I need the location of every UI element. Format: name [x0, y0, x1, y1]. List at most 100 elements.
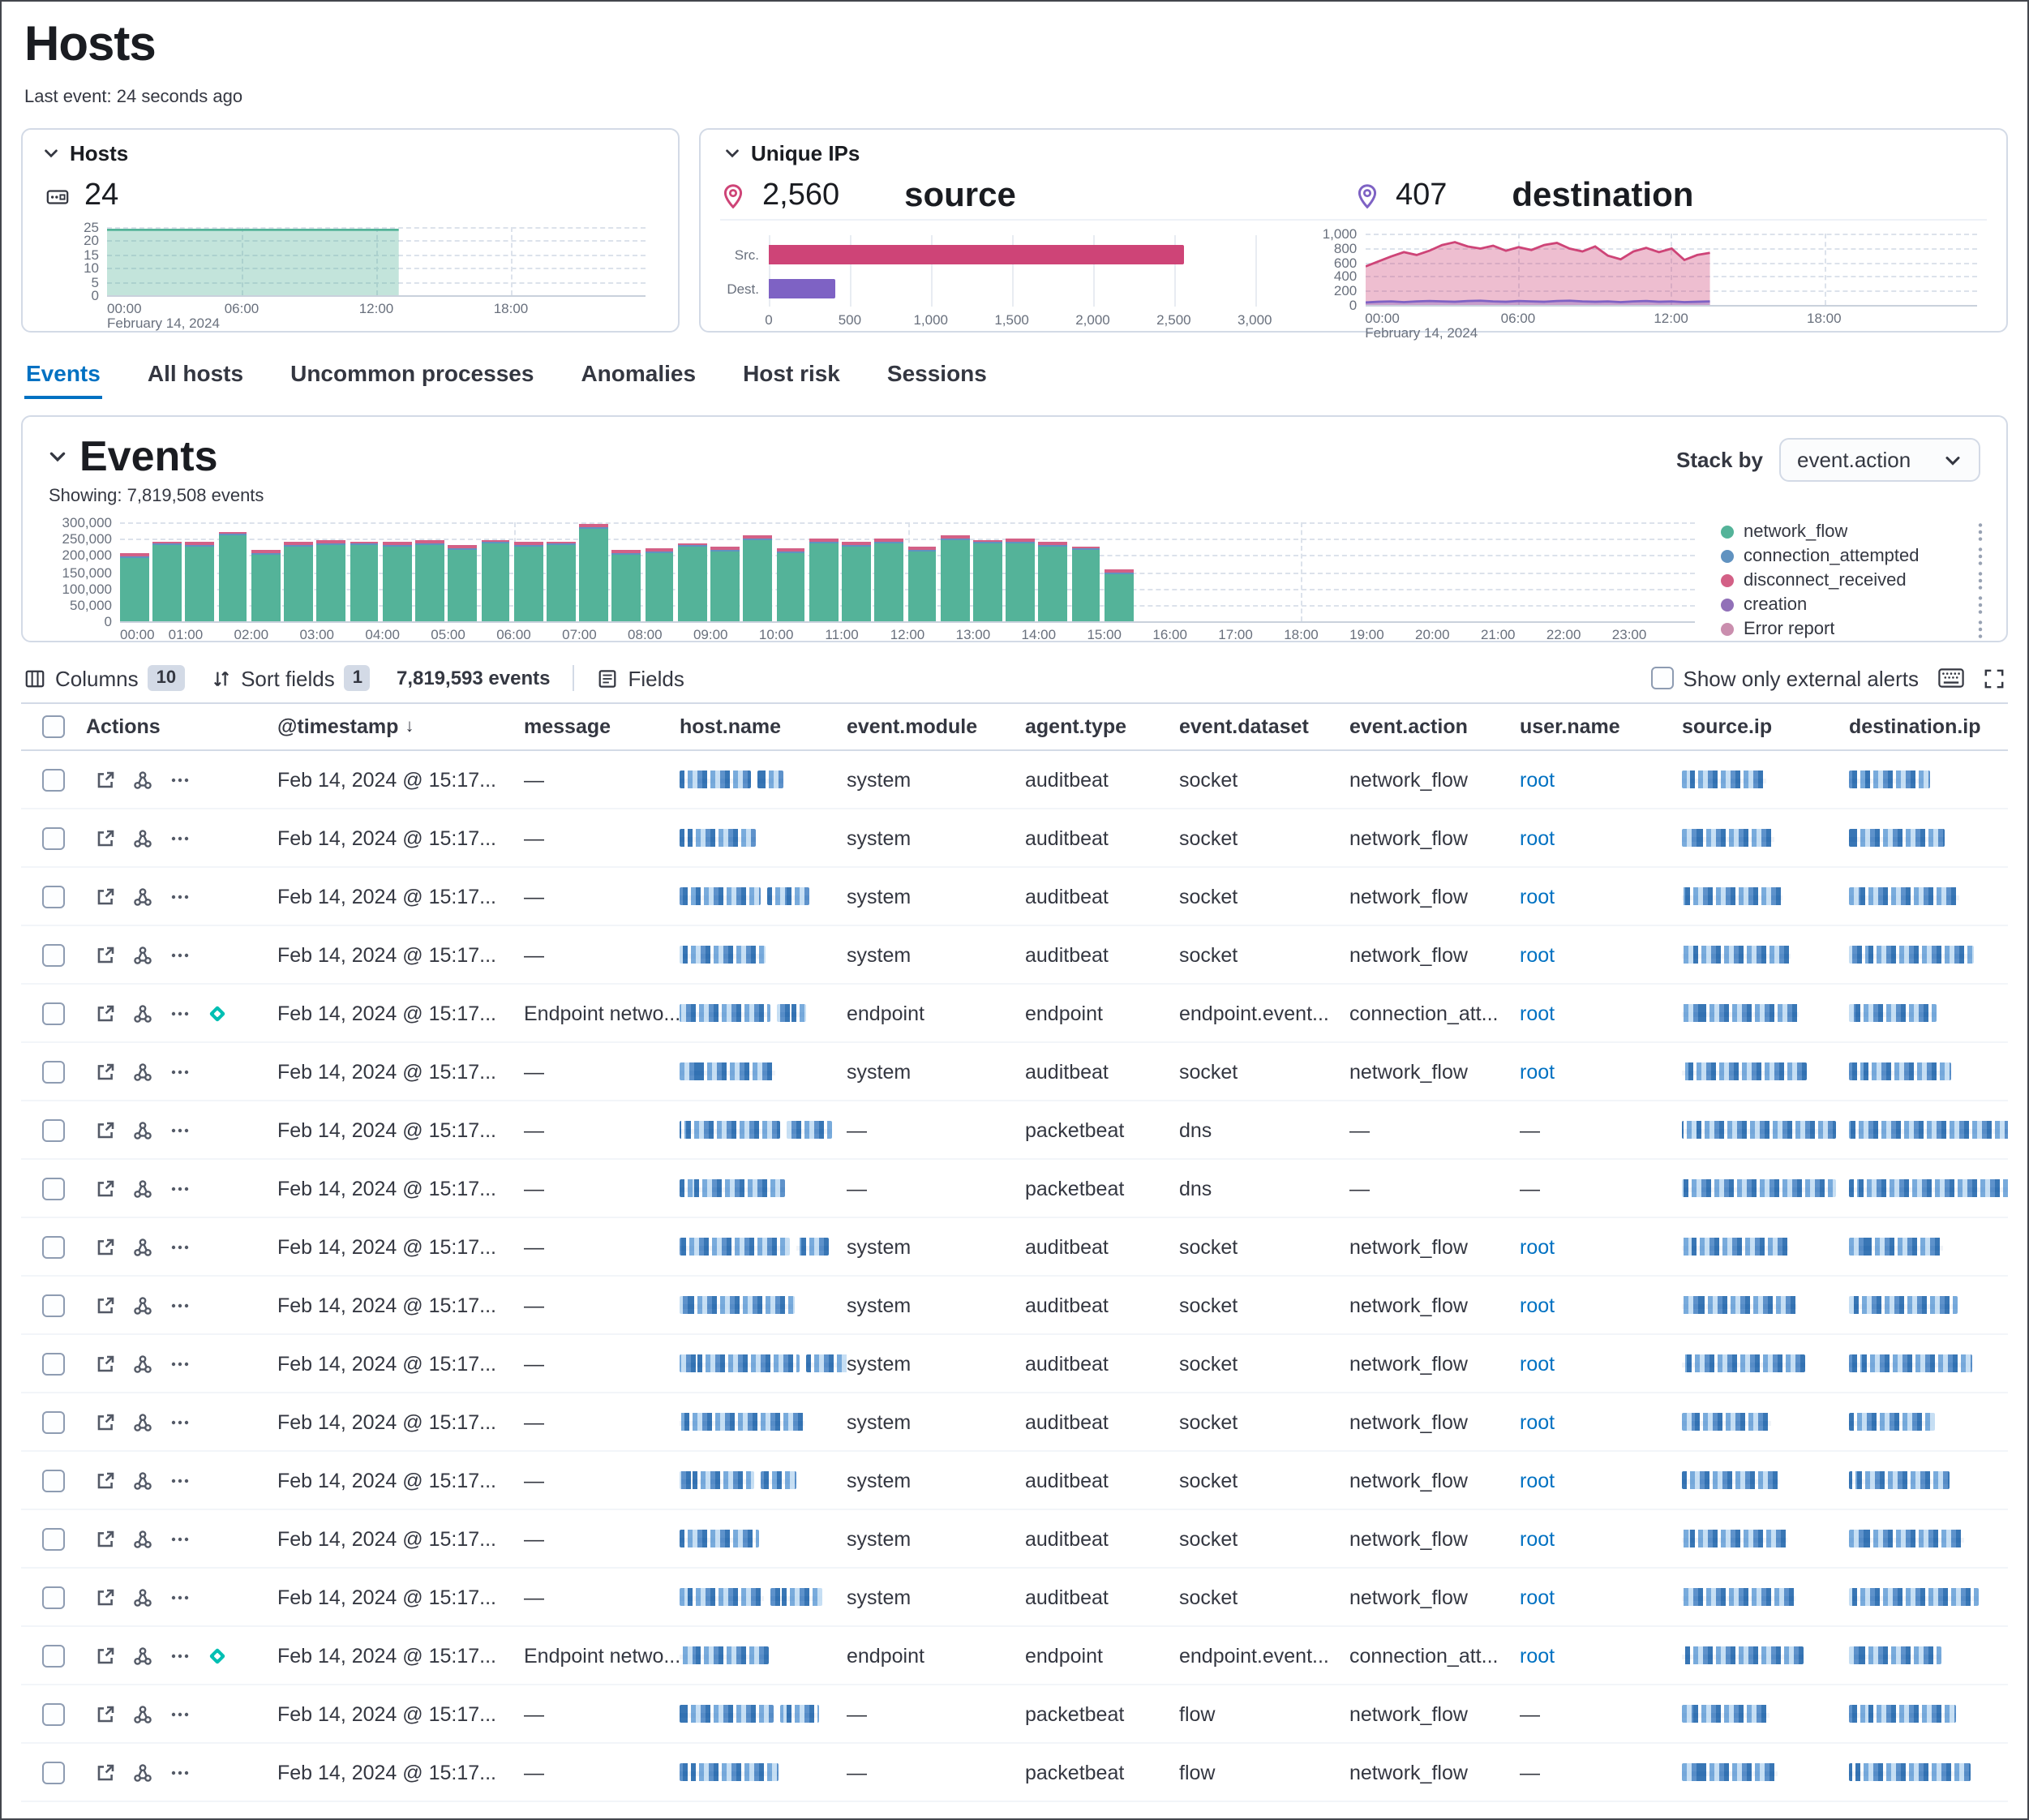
expand-event-button[interactable]	[94, 1118, 117, 1141]
more-actions-button[interactable]	[169, 1644, 191, 1667]
row-checkbox[interactable]	[42, 885, 65, 908]
analyze-event-button[interactable]	[131, 1118, 154, 1141]
column-header-message[interactable]: message	[524, 715, 680, 738]
expand-event-button[interactable]	[94, 1702, 117, 1725]
user-name-link[interactable]: root	[1520, 1586, 1555, 1608]
analyze-event-button[interactable]	[131, 1002, 154, 1024]
user-name-link[interactable]: root	[1520, 943, 1555, 966]
more-actions-button[interactable]	[169, 885, 191, 908]
sort-fields-button[interactable]: Sort fields 1	[210, 665, 371, 691]
expand-event-button[interactable]	[94, 1002, 117, 1024]
user-name-link[interactable]: root	[1520, 1410, 1555, 1433]
column-header-eventdataset[interactable]: event.dataset	[1179, 715, 1349, 738]
analyze-event-button[interactable]	[131, 1527, 154, 1550]
legend-item-disconnect_received[interactable]: disconnect_received	[1721, 568, 1984, 592]
analyze-event-button[interactable]	[131, 1410, 154, 1433]
row-checkbox[interactable]	[42, 1644, 65, 1667]
select-all-checkbox[interactable]	[42, 715, 65, 738]
user-name-link[interactable]: root	[1520, 1294, 1555, 1316]
analyze-event-button[interactable]	[131, 1586, 154, 1608]
more-actions-button[interactable]	[169, 826, 191, 849]
expand-event-button[interactable]	[94, 1761, 117, 1784]
row-checkbox[interactable]	[42, 1527, 65, 1550]
analyze-event-button[interactable]	[131, 1761, 154, 1784]
more-actions-button[interactable]	[169, 1469, 191, 1492]
user-name-link[interactable]: root	[1520, 768, 1555, 791]
more-actions-button[interactable]	[169, 1060, 191, 1083]
external-alerts-checkbox[interactable]	[1651, 667, 1674, 689]
more-actions-button[interactable]	[169, 1235, 191, 1258]
more-actions-button[interactable]	[169, 1352, 191, 1375]
expand-event-button[interactable]	[94, 768, 117, 791]
row-checkbox[interactable]	[42, 768, 65, 791]
user-name-link[interactable]: root	[1520, 1002, 1555, 1024]
legend-item-network_flow[interactable]: network_flow	[1721, 519, 1984, 543]
show-external-alerts-toggle[interactable]: Show only external alerts	[1651, 666, 1920, 690]
more-actions-button[interactable]	[169, 1002, 191, 1024]
row-checkbox[interactable]	[42, 1761, 65, 1784]
row-checkbox[interactable]	[42, 1586, 65, 1608]
more-actions-button[interactable]	[169, 1761, 191, 1784]
more-actions-button[interactable]	[169, 1118, 191, 1141]
chevron-down-icon[interactable]	[39, 142, 62, 165]
stack-by-select[interactable]: event.action	[1779, 438, 1980, 482]
more-actions-button[interactable]	[169, 768, 191, 791]
analyze-event-button[interactable]	[131, 943, 154, 966]
chevron-down-icon[interactable]	[45, 445, 68, 468]
more-actions-button[interactable]	[169, 1294, 191, 1316]
analyze-event-button[interactable]	[131, 1644, 154, 1667]
expand-event-button[interactable]	[94, 1294, 117, 1316]
row-checkbox[interactable]	[42, 826, 65, 849]
row-checkbox[interactable]	[42, 1469, 65, 1492]
legend-options-icon[interactable]	[1977, 619, 1984, 638]
analyze-event-button[interactable]	[131, 885, 154, 908]
fullscreen-icon[interactable]	[1984, 667, 2005, 689]
user-name-link[interactable]: root	[1520, 885, 1555, 908]
legend-item-file-delete-archived-[interactable]: File Delete archived (	[1721, 641, 1984, 642]
row-checkbox[interactable]	[42, 1352, 65, 1375]
column-header-eventaction[interactable]: event.action	[1349, 715, 1520, 738]
analyze-event-button[interactable]	[131, 768, 154, 791]
analyze-event-button[interactable]	[131, 1177, 154, 1200]
user-name-link[interactable]: root	[1520, 1235, 1555, 1258]
user-name-link[interactable]: root	[1520, 826, 1555, 849]
user-name-link[interactable]: root	[1520, 1527, 1555, 1550]
columns-button[interactable]: Columns 10	[24, 665, 184, 691]
row-checkbox[interactable]	[42, 1118, 65, 1141]
analyze-event-button[interactable]	[131, 1352, 154, 1375]
expand-event-button[interactable]	[94, 1586, 117, 1608]
expand-event-button[interactable]	[94, 1177, 117, 1200]
fields-button[interactable]: Fields	[597, 666, 684, 690]
column-header-timestamp[interactable]: @timestamp↓	[277, 715, 524, 738]
user-name-link[interactable]: root	[1520, 1352, 1555, 1375]
expand-event-button[interactable]	[94, 1644, 117, 1667]
more-actions-button[interactable]	[169, 1177, 191, 1200]
legend-item-error-report[interactable]: Error report	[1721, 616, 1984, 641]
column-header-destinationip[interactable]: destination.ip	[1849, 715, 2008, 738]
row-checkbox[interactable]	[42, 1002, 65, 1024]
analyze-event-button[interactable]	[131, 1235, 154, 1258]
analyze-event-button[interactable]	[131, 1294, 154, 1316]
legend-options-icon[interactable]	[1977, 522, 1984, 541]
tab-all-hosts[interactable]: All hosts	[146, 357, 245, 399]
legend-item-creation[interactable]: creation	[1721, 592, 1984, 616]
more-actions-button[interactable]	[169, 1586, 191, 1608]
column-header-actions[interactable]: Actions	[86, 715, 277, 738]
column-header-agenttype[interactable]: agent.type	[1025, 715, 1179, 738]
column-header-username[interactable]: user.name	[1520, 715, 1682, 738]
legend-item-connection_attempted[interactable]: connection_attempted	[1721, 543, 1984, 568]
row-checkbox[interactable]	[42, 1235, 65, 1258]
more-actions-button[interactable]	[169, 1527, 191, 1550]
analyze-event-button[interactable]	[131, 826, 154, 849]
legend-options-icon[interactable]	[1977, 595, 1984, 614]
user-name-link[interactable]: root	[1520, 1060, 1555, 1083]
analyze-event-button[interactable]	[131, 1060, 154, 1083]
analyze-event-button[interactable]	[131, 1702, 154, 1725]
tab-uncommon-processes[interactable]: Uncommon processes	[289, 357, 535, 399]
row-checkbox[interactable]	[42, 1177, 65, 1200]
tab-events[interactable]: Events	[24, 357, 102, 399]
legend-options-icon[interactable]	[1977, 546, 1984, 565]
column-header-sourceip[interactable]: source.ip	[1682, 715, 1849, 738]
tab-anomalies[interactable]: Anomalies	[579, 357, 697, 399]
expand-event-button[interactable]	[94, 885, 117, 908]
